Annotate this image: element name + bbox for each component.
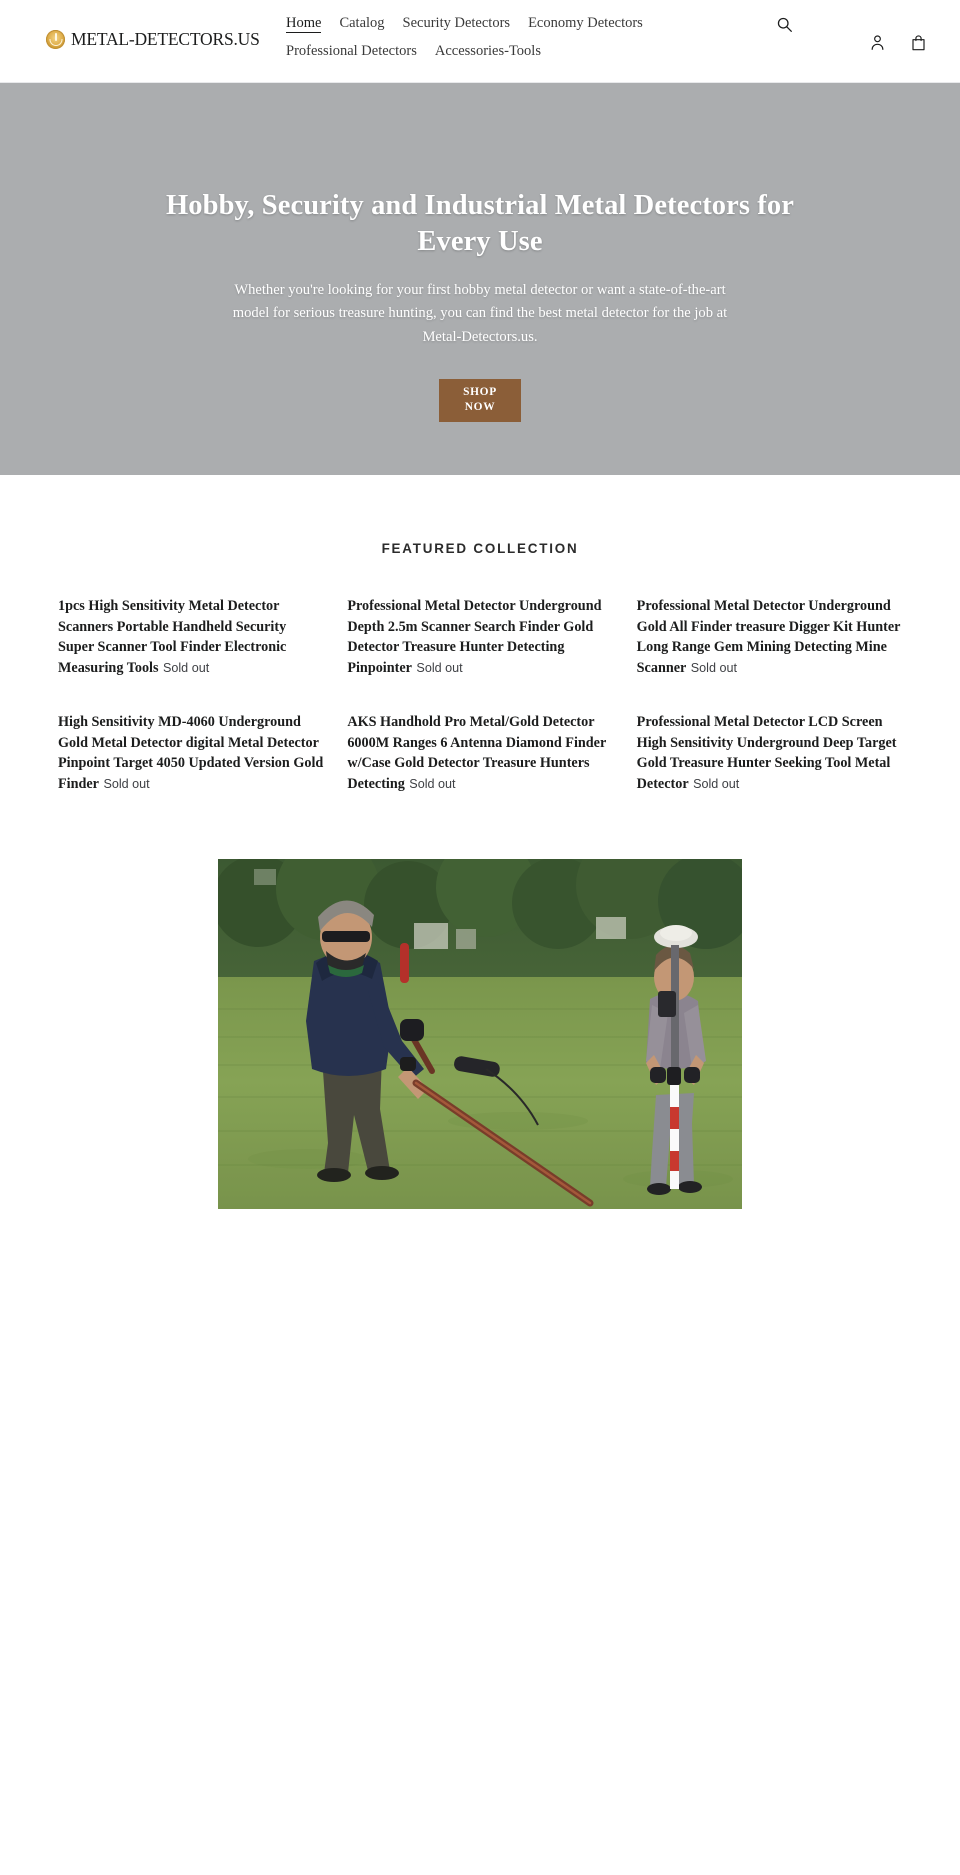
- shop-now-label-line1: SHOP: [463, 385, 497, 398]
- product-card[interactable]: Professional Metal Detector LCD Screen H…: [637, 712, 902, 795]
- nav-item-economy-detectors[interactable]: Economy Detectors: [528, 16, 643, 33]
- product-status-badge: Sold out: [103, 777, 150, 792]
- nav-item-professional-detectors[interactable]: Professional Detectors: [286, 43, 417, 59]
- site-logo[interactable]: METAL-DETECTORS.US: [46, 29, 260, 50]
- product-card[interactable]: Professional Metal Detector Underground …: [347, 596, 612, 679]
- site-logo-text: METAL-DETECTORS.US: [71, 29, 260, 49]
- product-card[interactable]: High Sensitivity MD-4060 Underground Gol…: [58, 712, 323, 795]
- product-title: AKS Handhold Pro Metal/Gold Detector 600…: [347, 713, 607, 793]
- account-icon[interactable]: [870, 34, 885, 54]
- product-card[interactable]: 1pcs High Sensitivity Metal Detector Sca…: [58, 596, 323, 679]
- shop-now-label-line2: NOW: [464, 401, 496, 414]
- nav-item-accessories-tools[interactable]: Accessories-Tools: [435, 43, 541, 59]
- nav-row-secondary: Professional Detectors Accessories-Tools: [286, 43, 686, 59]
- product-status-badge: Sold out: [690, 661, 737, 676]
- featured-collection-section: FEATURED COLLECTION 1pcs High Sensitivit…: [0, 475, 960, 795]
- product-title: Professional Metal Detector Underground …: [347, 598, 602, 677]
- search-icon[interactable]: [776, 16, 793, 36]
- hero-title: Hobby, Security and Industrial Metal Det…: [166, 190, 794, 257]
- product-title: Professional Metal Detector LCD Screen H…: [636, 713, 897, 793]
- product-card[interactable]: AKS Handhold Pro Metal/Gold Detector 600…: [347, 712, 612, 795]
- hero-subtitle: Whether you're looking for your first ho…: [232, 281, 728, 346]
- nav-item-catalog[interactable]: Catalog: [339, 16, 384, 33]
- product-status-badge: Sold out: [162, 661, 210, 676]
- flame-coin-icon: [46, 30, 65, 49]
- product-card[interactable]: Professional Metal Detector Underground …: [637, 596, 902, 679]
- feature-photo-section: [0, 794, 960, 1209]
- nav-item-security-detectors[interactable]: Security Detectors: [403, 16, 511, 33]
- product-status-badge: Sold out: [693, 777, 740, 792]
- shop-now-button[interactable]: SHOP NOW: [439, 378, 521, 422]
- product-title: Professional Metal Detector Underground …: [636, 598, 901, 677]
- site-header: METAL-DETECTORS.US Home Catalog Security…: [0, 0, 960, 83]
- cart-icon[interactable]: [911, 34, 926, 54]
- hero-banner: Hobby, Security and Industrial Metal Det…: [0, 83, 960, 475]
- product-title: High Sensitivity MD-4060 Underground Gol…: [58, 713, 324, 793]
- nav-row-primary: Home Catalog Security Detectors Economy …: [286, 16, 686, 33]
- featured-collection-heading: FEATURED COLLECTION: [381, 541, 579, 556]
- main-navigation: Home Catalog Security Detectors Economy …: [286, 16, 686, 58]
- product-status-badge: Sold out: [416, 661, 463, 676]
- product-grid: 1pcs High Sensitivity Metal Detector Sca…: [58, 596, 902, 795]
- nav-item-home[interactable]: Home: [286, 16, 322, 33]
- product-status-badge: Sold out: [409, 777, 456, 792]
- metal-detecting-field-photo: [218, 858, 742, 1209]
